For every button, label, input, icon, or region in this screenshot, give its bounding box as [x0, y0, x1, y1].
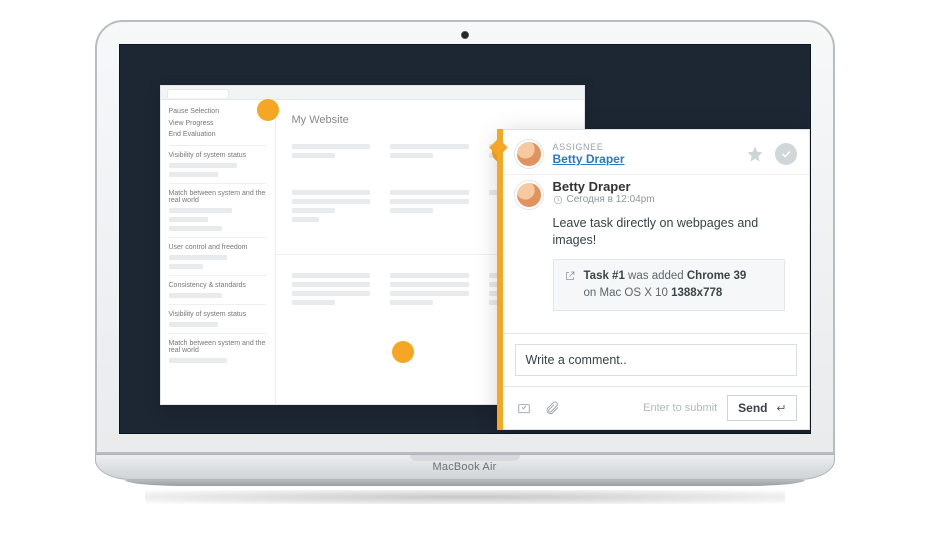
laptop-base: MacBook Air	[95, 454, 835, 480]
sidebar-action[interactable]: View Progress	[169, 120, 267, 128]
sidebar-heuristic[interactable]: Match between system and the real world	[169, 190, 267, 204]
drop-shadow	[145, 490, 785, 504]
star-icon[interactable]	[745, 144, 765, 164]
mock-sidebar: Pause Selection View Progress End Evalua…	[161, 100, 276, 404]
trackpad-notch	[410, 455, 520, 461]
sidebar-action[interactable]: End Evaluation	[169, 131, 267, 139]
task-marker[interactable]	[257, 99, 279, 121]
assignee-link[interactable]: Betty Draper	[553, 152, 625, 166]
send-button[interactable]: Send	[727, 395, 796, 421]
avatar	[515, 140, 543, 168]
panel-accent-bar	[497, 129, 503, 430]
page-title: My Website	[292, 114, 568, 126]
comment-input[interactable]: Write a comment..	[515, 344, 797, 376]
sidebar-heuristic[interactable]: Visibility of system status	[169, 311, 267, 318]
clock-icon	[553, 195, 563, 205]
task-panel: ASSIGNEE Betty Draper	[502, 129, 810, 430]
comment-area: Write a comment..	[503, 333, 809, 386]
post-author: Betty Draper	[553, 179, 655, 194]
sidebar-heuristic[interactable]: Consistency & standards	[169, 282, 267, 289]
attachment-icon[interactable]	[543, 399, 561, 417]
laptop-brand-label: MacBook Air	[433, 461, 497, 473]
avatar	[515, 181, 543, 209]
sidebar-heuristic[interactable]: Match between system and the real world	[169, 340, 267, 354]
task-meta-box: Task #1 was added Chrome 39 on Mac OS X …	[553, 259, 785, 312]
external-link-icon	[564, 270, 576, 282]
enter-key-icon	[774, 402, 786, 414]
assignee-label: ASSIGNEE	[553, 142, 735, 152]
screenshot-icon[interactable]	[515, 399, 533, 417]
laptop-mockup: Pause Selection View Progress End Evalua…	[95, 20, 835, 504]
laptop-foot	[125, 480, 805, 486]
check-circle-icon[interactable]	[775, 143, 797, 165]
screen: Pause Selection View Progress End Evalua…	[119, 44, 811, 434]
screen-bezel: Pause Selection View Progress End Evalua…	[95, 20, 835, 454]
task-marker[interactable]	[392, 341, 414, 363]
sidebar-heuristic[interactable]: Visibility of system status	[169, 152, 267, 159]
post-timestamp: Сегодня в 12:04pm	[553, 194, 655, 205]
sidebar-action[interactable]: Pause Selection	[169, 108, 267, 116]
submit-hint: Enter to submit	[643, 402, 717, 414]
webcam	[461, 31, 469, 39]
browser-tab-bar	[161, 86, 584, 100]
post-text: Leave task directly on webpages and imag…	[553, 215, 797, 249]
sidebar-heuristic[interactable]: User control and freedom	[169, 244, 267, 251]
